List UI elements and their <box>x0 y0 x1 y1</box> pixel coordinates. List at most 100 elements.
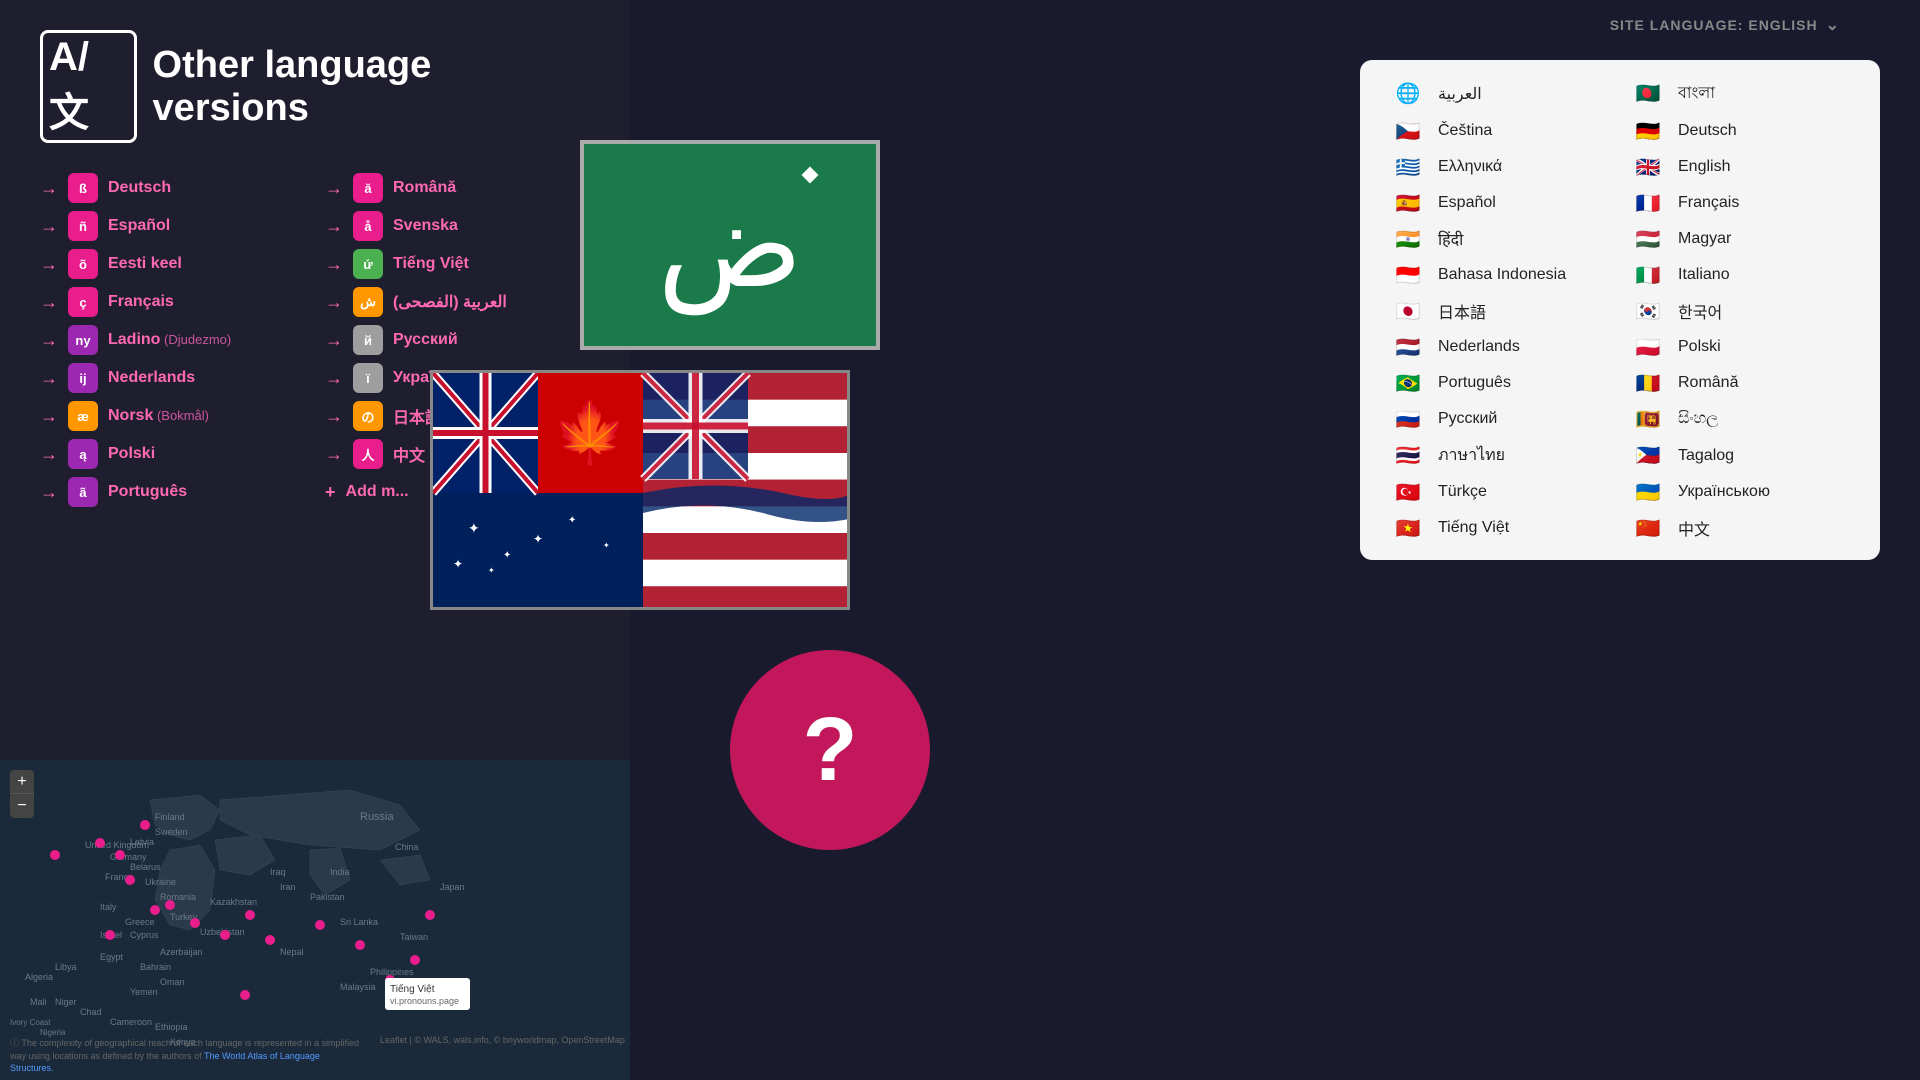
right-lang-item-türkçe[interactable]: 🇹🇷Türkçe <box>1390 480 1610 504</box>
right-lang-name: සිංහල <box>1678 410 1718 428</box>
lang-item-português[interactable]: →ãPortuguês <box>40 477 305 507</box>
right-lang-item-ελληνικά[interactable]: 🇬🇷Ελληνικά <box>1390 155 1610 179</box>
lang-item-ladino[interactable]: →nyLadino (Djudezmo) <box>40 325 305 355</box>
right-lang-item-한국어[interactable]: 🇰🇷한국어 <box>1630 299 1850 323</box>
svg-text:✦: ✦ <box>568 515 576 526</box>
arabic-card-dot <box>802 167 819 184</box>
arrow-icon: + <box>325 482 336 503</box>
right-lang-item-ภาษาไทย[interactable]: 🇹🇭ภาษาไทย <box>1390 443 1610 468</box>
right-lang-item-deutsch[interactable]: 🇩🇪Deutsch <box>1630 119 1850 143</box>
arrow-icon: → <box>325 444 343 465</box>
right-lang-item-español[interactable]: 🇪🇸Español <box>1390 191 1610 215</box>
lang-name: العربية (الفصحى) <box>393 292 507 312</box>
svg-text:Romania: Romania <box>160 892 196 902</box>
lang-item-العربية-(الفصحى)[interactable]: →شالعربية (الفصحى) <box>325 287 590 317</box>
right-lang-item-polski[interactable]: 🇵🇱Polski <box>1630 335 1850 359</box>
right-lang-item-中文[interactable]: 🇨🇳中文 <box>1630 516 1850 540</box>
lang-item-español[interactable]: →ñEspañol <box>40 211 305 241</box>
svg-text:Japan: Japan <box>440 882 465 892</box>
lang-item-русский[interactable]: →йРусский <box>325 325 590 355</box>
composite-flag-svg: 🍁 ✦ ✦ ✦ ✦ ✦ ✦ ✦ <box>433 373 850 610</box>
svg-text:Yemen: Yemen <box>130 987 158 997</box>
right-lang-item-bahasa-indonesia[interactable]: 🇮🇩Bahasa Indonesia <box>1390 263 1610 287</box>
svg-text:Libya: Libya <box>55 962 77 972</box>
arabic-character: ض <box>657 176 802 315</box>
arabic-character-card: ض <box>580 140 880 350</box>
svg-text:India: India <box>330 867 350 877</box>
right-lang-item-हिंदी[interactable]: 🇮🇳 हिंदी <box>1390 227 1610 251</box>
lang-badge: ij <box>68 363 98 393</box>
site-language-label: SITE LANGUAGE: ENGLISH <box>1610 17 1818 33</box>
right-lang-item-සිංහල[interactable]: 🇱🇰සිංහල <box>1630 407 1850 431</box>
right-lang-name: Čeština <box>1438 122 1492 140</box>
flag-icon: 🇫🇷 <box>1630 191 1666 215</box>
right-lang-item-tagalog[interactable]: 🇵🇭Tagalog <box>1630 443 1850 468</box>
lang-item-tiếng-việt[interactable]: →ứTiếng Việt <box>325 249 590 279</box>
flag-icon: 🇻🇳 <box>1390 516 1426 540</box>
right-lang-item-українською[interactable]: 🇺🇦Українською <box>1630 480 1850 504</box>
svg-text:✦: ✦ <box>453 557 463 571</box>
right-lang-item-tiếng-việt[interactable]: 🇻🇳Tiếng Việt <box>1390 516 1610 540</box>
right-lang-item-english[interactable]: 🇬🇧English <box>1630 155 1850 179</box>
lang-badge: の <box>353 401 383 431</box>
arrow-icon: → <box>325 330 343 351</box>
svg-text:Pakistan: Pakistan <box>310 892 345 902</box>
lang-item-svenska[interactable]: →åSvenska <box>325 211 590 241</box>
lang-badge: ứ <box>353 249 383 279</box>
right-lang-name: Polski <box>1678 338 1721 356</box>
arrow-icon: → <box>40 178 58 199</box>
right-lang-name: 日本語 <box>1438 299 1486 323</box>
map-svg: Russia Iraq Iran Pakistan India China Ja… <box>0 760 630 1050</box>
right-lang-item-português[interactable]: 🇧🇷Português <box>1390 371 1610 395</box>
right-lang-item-বাংলা[interactable]: 🇧🇩বাংলা <box>1630 80 1850 107</box>
lang-item-deutsch[interactable]: →ßDeutsch <box>40 173 305 203</box>
svg-text:Sri Lanka: Sri Lanka <box>340 917 378 927</box>
svg-text:Kazakhstan: Kazakhstan <box>210 897 257 907</box>
right-lang-item-русский[interactable]: 🇷🇺Русский <box>1390 407 1610 431</box>
right-lang-name: Italiano <box>1678 266 1730 284</box>
svg-text:Mali: Mali <box>30 997 47 1007</box>
svg-text:Greece: Greece <box>125 917 155 927</box>
lang-name: Русский <box>393 331 458 349</box>
lang-name: Română <box>393 179 456 197</box>
svg-text:✦: ✦ <box>468 520 480 536</box>
right-lang-item-italiano[interactable]: 🇮🇹Italiano <box>1630 263 1850 287</box>
zoom-in-button[interactable]: + <box>10 770 34 794</box>
svg-text:Cameroon: Cameroon <box>110 1017 152 1027</box>
right-lang-item-nederlands[interactable]: 🇳🇱Nederlands <box>1390 335 1610 359</box>
arrow-icon: → <box>40 254 58 275</box>
lang-name: Eesti keel <box>108 255 182 273</box>
right-lang-item-magyar[interactable]: 🇭🇺Magyar <box>1630 227 1850 251</box>
right-lang-item-čeština[interactable]: 🇨🇿Čeština <box>1390 119 1610 143</box>
svg-text:✦: ✦ <box>533 532 543 546</box>
right-lang-name: Русский <box>1438 410 1497 428</box>
right-lang-name: हिंदी <box>1438 228 1463 250</box>
lang-badge: ї <box>353 363 383 393</box>
lang-item-polski[interactable]: →ąPolski <box>40 439 305 469</box>
flag-icon: 🇯🇵 <box>1390 299 1426 323</box>
right-lang-item-العربية[interactable]: 🌐العربية <box>1390 80 1610 107</box>
lang-item-norsk[interactable]: →æNorsk (Bokmål) <box>40 401 305 431</box>
lang-badge: æ <box>68 401 98 431</box>
lang-item-română[interactable]: →ăRomână <box>325 173 590 203</box>
map-background: Russia Iraq Iran Pakistan India China Ja… <box>0 760 630 1080</box>
arrow-icon: → <box>40 482 58 503</box>
arrow-icon: → <box>40 330 58 351</box>
zoom-out-button[interactable]: − <box>10 794 34 818</box>
lang-name: 中文 <box>393 442 425 466</box>
title-icon: A/文 <box>40 30 137 143</box>
svg-text:Egypt: Egypt <box>100 952 124 962</box>
lang-name: Ladino (Djudezmo) <box>108 331 231 349</box>
lang-item-français[interactable]: →çFrançais <box>40 287 305 317</box>
lang-badge: ă <box>353 173 383 203</box>
lang-item-eesti-keel[interactable]: →õEesti keel <box>40 249 305 279</box>
chevron-down-icon: ⌄ <box>1826 15 1840 35</box>
flag-icon: 🇮🇳 <box>1390 227 1426 251</box>
lang-item-nederlands[interactable]: →ijNederlands <box>40 363 305 393</box>
site-language-selector[interactable]: SITE LANGUAGE: ENGLISH ⌄ <box>1610 15 1840 35</box>
right-lang-item-română[interactable]: 🇷🇴Română <box>1630 371 1850 395</box>
svg-text:Iraq: Iraq <box>270 867 286 877</box>
right-lang-item-français[interactable]: 🇫🇷Français <box>1630 191 1850 215</box>
right-lang-item-日本語[interactable]: 🇯🇵 日本語 <box>1390 299 1610 323</box>
question-mark-overlay[interactable]: ? <box>730 650 930 850</box>
